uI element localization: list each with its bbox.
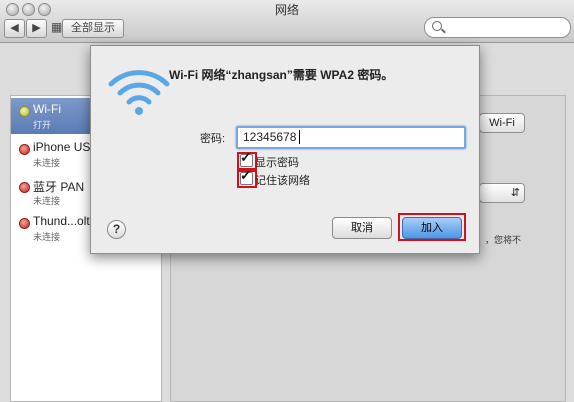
help-button[interactable]: ? bbox=[107, 220, 126, 239]
remember-network-checkbox[interactable]: ✓ bbox=[240, 168, 253, 185]
sidebar-item-name: Thund...olt bbox=[33, 214, 90, 228]
status-red-icon bbox=[19, 218, 30, 229]
join-button[interactable]: 加入 bbox=[402, 217, 462, 239]
remember-network-label: 记住该网络 bbox=[255, 175, 310, 187]
network-name-select[interactable]: ⇵ bbox=[479, 183, 525, 203]
password-value: 12345678 bbox=[243, 130, 297, 144]
sidebar-item-name: 蓝牙 PAN bbox=[33, 180, 85, 194]
window-toolbar: 网络 ◀ ▶ ▦ 全部显示 bbox=[0, 0, 574, 43]
sidebar-item-status: 未连接 bbox=[33, 232, 61, 242]
show-password-checkbox[interactable]: ✓ bbox=[240, 150, 253, 167]
pane-info-text: ，您将不 bbox=[485, 235, 522, 245]
text-caret bbox=[299, 130, 300, 144]
sidebar-item-name: iPhone USB bbox=[33, 140, 99, 154]
password-label: 密码: bbox=[200, 133, 226, 145]
show-password-label: 显示密码 bbox=[255, 157, 299, 169]
wifi-icon bbox=[108, 70, 170, 115]
search-input[interactable] bbox=[424, 17, 571, 38]
wifi-password-dialog: Wi-Fi 网络“zhangsan”需要 WPA2 密码。 密码: 123456… bbox=[90, 45, 480, 254]
turn-off-wifi-button[interactable]: Wi-Fi bbox=[479, 113, 525, 133]
sidebar-item-status: 未连接 bbox=[33, 196, 61, 206]
back-button[interactable]: ◀ bbox=[4, 19, 25, 38]
status-red-icon bbox=[19, 182, 30, 193]
password-field[interactable]: 12345678 bbox=[236, 126, 466, 149]
status-green-icon bbox=[19, 106, 30, 117]
sidebar-item-status: 未连接 bbox=[33, 158, 61, 168]
window-title: 网络 bbox=[274, 3, 299, 17]
search-icon bbox=[432, 21, 442, 31]
sidebar-item-name: Wi-Fi bbox=[33, 102, 61, 116]
show-all-button[interactable]: 全部显示 bbox=[62, 19, 124, 38]
forward-arrow-icon: ▶ bbox=[32, 22, 41, 34]
forward-button[interactable]: ▶ bbox=[26, 19, 47, 38]
chevron-updown-icon: ⇵ bbox=[510, 187, 520, 199]
dialog-title: Wi-Fi 网络“zhangsan”需要 WPA2 密码。 bbox=[169, 68, 394, 82]
back-arrow-icon: ◀ bbox=[10, 22, 19, 34]
cancel-button[interactable]: 取消 bbox=[332, 217, 392, 239]
status-red-icon bbox=[19, 144, 30, 155]
sidebar-item-status: 打开 bbox=[33, 120, 52, 130]
checkmark-icon: ✓ bbox=[240, 149, 252, 165]
checkmark-icon: ✓ bbox=[240, 167, 252, 183]
grid-icon[interactable]: ▦ bbox=[51, 19, 62, 36]
